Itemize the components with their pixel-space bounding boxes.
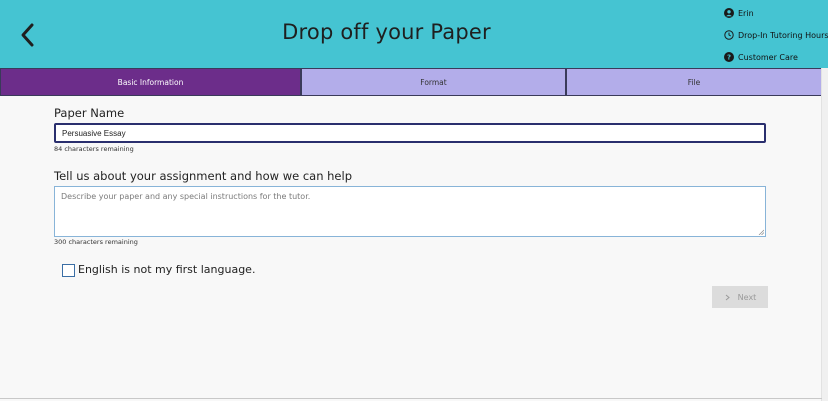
- next-button-label: Next: [737, 292, 757, 302]
- user-name: Erin: [738, 8, 754, 18]
- app-header: Drop off your Paper Erin Drop-In Tutorin…: [0, 0, 828, 68]
- tab-file[interactable]: File: [566, 68, 822, 96]
- svg-text:?: ?: [727, 54, 731, 62]
- next-button[interactable]: Next: [712, 286, 768, 308]
- page-scrollbar[interactable]: [821, 68, 828, 401]
- description-hint: 300 characters remaining: [54, 238, 138, 246]
- customer-care-label: Customer Care: [738, 52, 798, 62]
- description-placeholder: Describe your paper and any special inst…: [61, 192, 311, 201]
- bottom-divider: [0, 398, 822, 399]
- tab-basic-information[interactable]: Basic Information: [0, 68, 301, 96]
- description-label: Tell us about your assignment and how we…: [54, 169, 353, 183]
- help-circle-icon: ?: [724, 52, 734, 62]
- chevron-right-icon: [725, 294, 730, 300]
- esl-checkbox-label[interactable]: English is not my first language.: [78, 263, 255, 276]
- clock-icon: [724, 30, 734, 40]
- page-title: Drop off your Paper: [282, 20, 491, 44]
- paper-name-label: Paper Name: [54, 106, 125, 120]
- tutoring-hours-label: Drop-In Tutoring Hours: [738, 30, 828, 40]
- paper-name-input[interactable]: [54, 123, 766, 143]
- customer-care-link[interactable]: ? Customer Care: [724, 52, 798, 62]
- tab-format[interactable]: Format: [301, 68, 566, 96]
- step-tabs: Basic Information Format File: [0, 68, 822, 96]
- esl-checkbox[interactable]: [62, 264, 75, 277]
- user-menu-link[interactable]: Erin: [724, 8, 754, 18]
- description-textarea[interactable]: Describe your paper and any special inst…: [54, 186, 766, 237]
- user-circle-icon: [724, 8, 734, 18]
- paper-name-hint: 84 characters remaining: [54, 145, 134, 153]
- tutoring-hours-link[interactable]: Drop-In Tutoring Hours: [724, 30, 828, 40]
- resize-grip-icon[interactable]: [758, 229, 764, 235]
